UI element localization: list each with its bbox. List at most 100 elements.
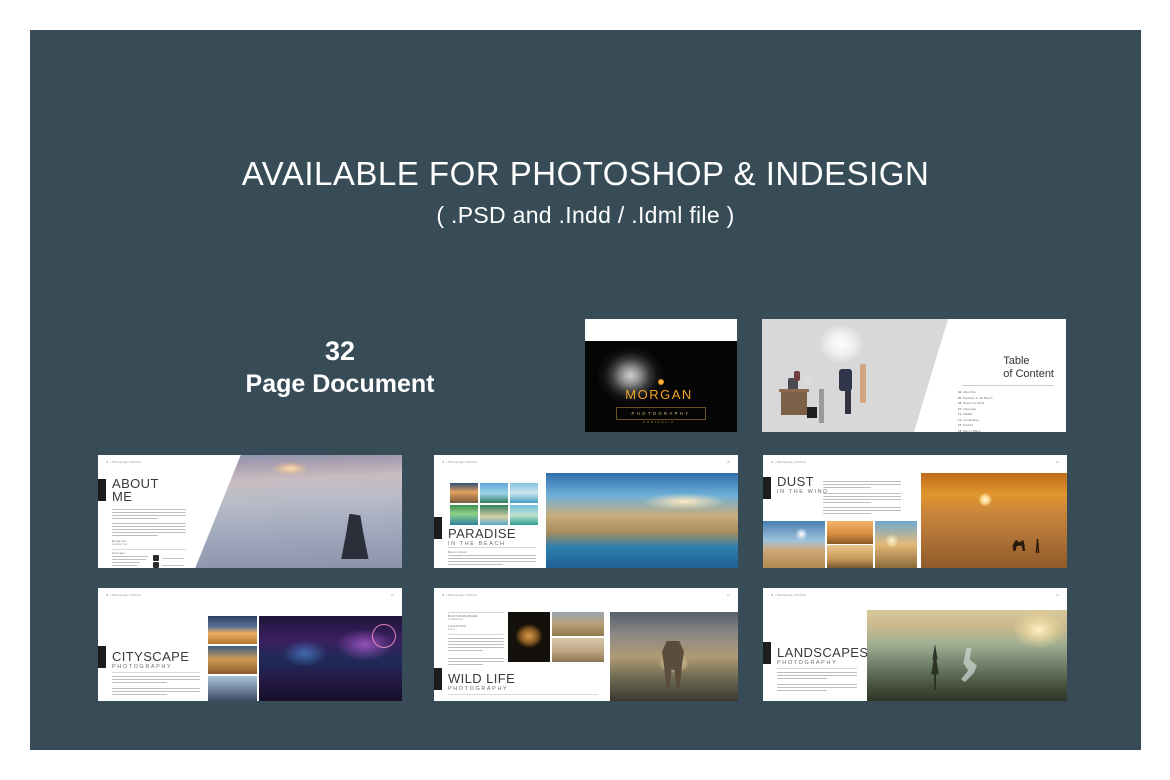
wildlife-title-line1: WILD LIFE [448,672,515,685]
dust-grid-photo-4 [875,521,917,568]
thumbnail-dust[interactable]: M. | Photography Portfolio 08 DUST IN TH… [763,455,1067,568]
page-count-label: Page Document [200,369,480,400]
dust-title: DUST IN THE WIND [777,475,829,496]
paradise-grid-photo-6 [510,505,538,525]
wildlife-grid-photo-antelope [552,638,604,662]
about-contact-lines [112,556,148,568]
thumbnail-landscapes[interactable]: M. | Photography Portfolio 14 LANDSCAPES… [763,588,1067,701]
about-title-line2: ME [112,490,159,503]
wildlife-title-line2: PHOTOGRAPHY [448,687,515,693]
facebook-icon[interactable] [153,562,159,568]
paradise-sheet: M. | Photography Portfolio 06 PARADISE I… [434,455,738,568]
cityscape-sheet: M. | Photography Portfolio 10 CITYSCAPE … [98,588,402,701]
wildlife-meta-value-1: Jonathan Doe [448,618,478,621]
toc-entry-label: Portrait [963,423,973,427]
dust-sheet: M. | Photography Portfolio 08 DUST IN TH… [763,455,1067,568]
thumbnail-paradise[interactable]: M. | Photography Portfolio 06 PARADISE I… [434,455,738,568]
about-signature: Regards, Jonathan Doe [112,539,127,546]
paradise-caption-heading: Description : [448,550,470,554]
thumbnail-cover[interactable]: MORGAN PHOTOGRAPHY PORTFOLIO [585,319,737,432]
wildlife-grid-photo-giraffe [552,612,604,636]
wildlife-body-paragraph-2 [448,658,504,667]
paradise-hero-photo [546,473,738,568]
paradise-grid-photo-4 [450,505,478,525]
page-title: AVAILABLE FOR PHOTOSHOP & INDESIGN [30,155,1141,193]
cityscape-grid-photo-1 [208,616,257,644]
landscapes-title-line2: PHOTOGRAPHY [777,661,868,667]
about-contact-title: Contact : [112,551,128,555]
dust-body-paragraph-3 [823,507,901,516]
toc-entry-label: Paradise in the Beach [963,396,992,400]
cover-tag-box: PHOTOGRAPHY [616,407,706,420]
cover-top-band [585,319,737,341]
thumbnail-cityscape[interactable]: M. | Photography Portfolio 10 CITYSCAPE … [98,588,402,701]
landscapes-side-tab [763,642,771,664]
toc-entry-label: Cityscape [963,407,976,411]
dust-title-line1: DUST [777,475,829,488]
wildlife-meta-value-2: Kenya [448,628,466,631]
toc-sheet: Table of Content 04. About Me06. Paradis… [762,319,1066,432]
toc-entry-label: Man in Black [963,429,980,432]
toc-entry-label: Wildlife [963,412,973,416]
about-sheet: M. | Photography Portfolio ABOUT ME Rega… [98,455,402,568]
wildlife-running-head: M. | Photography Portfolio [442,594,477,597]
cityscape-grid-photo-3 [208,676,257,701]
wildlife-meta-1: PHOTOGRAPHER Jonathan Doe [448,614,478,621]
wildlife-sheet: M. | Photography Portfolio 12 PHOTOGRAPH… [434,588,738,701]
wildlife-meta-rule-bottom [448,634,504,635]
wildlife-page-number: 12 [727,594,730,597]
about-side-tab [98,479,106,501]
promo-canvas: AVAILABLE FOR PHOTOSHOP & INDESIGN ( .PS… [30,30,1141,750]
page-subtitle: ( .PSD and .Indd / .Idml file ) [30,202,1141,229]
cityscape-title-line2: PHOTOGRAPHY [112,665,189,671]
cover-sun-icon [658,379,664,385]
cover-sheet: MORGAN PHOTOGRAPHY PORTFOLIO [585,319,737,432]
instagram-icon[interactable] [153,555,159,561]
dust-hero-photo [921,473,1067,568]
page-count-number: 32 [200,335,480,369]
landscapes-title: LANDSCAPES PHOTOGRAPHY [777,646,868,667]
paradise-caption-label: Description : [448,550,470,554]
landscapes-rule [777,668,857,669]
about-hero-photo [195,455,402,568]
dust-body-paragraph-1 [823,481,901,490]
landscapes-body-paragraph-1 [777,672,857,681]
about-title: ABOUT ME [112,477,159,503]
dust-page-number: 08 [1056,461,1059,464]
landscapes-sheet: M. | Photography Portfolio 14 LANDSCAPES… [763,588,1067,701]
landscapes-title-line1: LANDSCAPES [777,646,868,659]
about-body-paragraph-2 [112,523,186,537]
dust-grid-photo-2 [827,521,873,544]
paradise-page-number: 06 [727,461,730,464]
about-signature-name: Jonathan Doe [112,543,127,546]
toc-title: Table of Content [1003,355,1054,380]
paradise-grid-photo-1 [450,483,478,503]
paradise-rule [448,547,536,548]
cityscape-title: CITYSCAPE PHOTOGRAPHY [112,650,189,671]
thumbnail-table-of-content[interactable]: Table of Content 04. About Me06. Paradis… [762,319,1066,432]
cover-name: MORGAN [585,387,733,402]
dust-body-paragraph-2 [823,493,901,505]
toc-entry[interactable]: 18. Man in Black [958,429,1054,432]
cityscape-running-head: M. | Photography Portfolio [106,594,141,597]
about-social-line-2 [162,565,184,566]
wildlife-title: WILD LIFE PHOTOGRAPHY [448,672,515,693]
paradise-running-head: M. | Photography Portfolio [442,461,477,464]
cityscape-side-tab [98,646,106,668]
dust-title-line2: IN THE WIND [777,490,829,496]
thumbnail-about-me[interactable]: M. | Photography Portfolio ABOUT ME Rega… [98,455,402,568]
cityscape-ferris-wheel-icon [372,624,396,648]
wildlife-body-paragraph-1 [448,638,504,652]
cityscape-rule [112,672,200,673]
paradise-side-tab [434,517,442,539]
toc-divider [962,385,1054,386]
about-contact-rule [112,549,186,550]
paradise-title-line1: PARADISE [448,527,516,540]
wildlife-side-tab [434,668,442,690]
thumbnail-wildlife[interactable]: M. | Photography Portfolio 12 PHOTOGRAPH… [434,588,738,701]
cityscape-title-line1: CITYSCAPE [112,650,189,663]
wildlife-rule [448,694,598,695]
cityscape-grid-photo-2 [208,646,257,674]
dust-grid-photo-1 [763,521,825,568]
wildlife-meta-rule-top [448,612,504,613]
